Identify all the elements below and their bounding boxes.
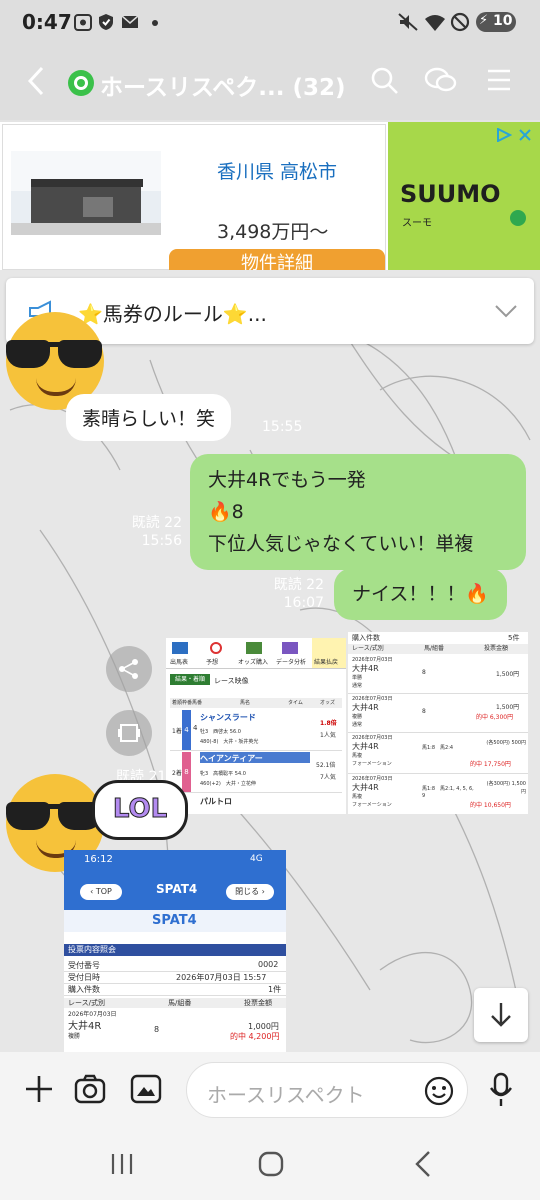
message-bubble[interactable]: 大井4Rでもう一発 🔥8 下位人気じゃなくていい！単複 (190, 454, 526, 570)
spat4-topbar: 16:12 4G ‹ TOP SPAT4 閉じる › (64, 850, 286, 910)
scroll-down-button[interactable] (474, 988, 528, 1042)
recent-apps-icon[interactable] (110, 1152, 134, 1176)
table-row: 2026年07月03日 大井4R 複勝 通常 8 1,500円 的中 6,300… (348, 694, 528, 733)
menu-icon[interactable] (486, 68, 512, 92)
horse-name: パルトロ (200, 797, 232, 806)
chat-title[interactable]: ホースリスペク... (32) (100, 68, 346, 102)
screenshot-icon (74, 14, 92, 31)
message-text: 素晴らしい！笑 (82, 408, 216, 430)
message-line: 下位人気じゃなくていい！単複 (208, 533, 474, 555)
race-result-screenshot[interactable]: 出馬表 予想 オッズ購入 データ分析 結果払戻 結果・着順 レース映像 着順 枠… (166, 638, 346, 814)
message-time: 15:55 (262, 419, 303, 435)
shield-icon (99, 14, 113, 30)
message-bubble[interactable]: ナイス！！！🔥 (334, 568, 508, 620)
navigation-bar (0, 1128, 540, 1200)
result-tabs: 出馬表 予想 オッズ購入 データ分析 結果払戻 (166, 638, 346, 669)
ad-close-icon[interactable] (518, 128, 532, 142)
purchase-header: レース/式別 馬/組番 投票金額 (348, 644, 528, 654)
chat-header: ホースリスペク... (32) (0, 44, 540, 120)
announcement-text: ⭐馬券のルール⭐... (78, 302, 267, 326)
home-icon[interactable] (258, 1151, 284, 1177)
message-time: 15:56 (141, 533, 182, 549)
field-row: 受付番号 0002 (64, 960, 286, 972)
wifi-icon (425, 15, 445, 31)
result-header: 着順 枠番 馬番 馬名 タイム オッズ (170, 698, 342, 708)
adchoices-icon[interactable] (496, 128, 512, 142)
purchase-list-screenshot[interactable]: 購入件数 5件 レース/式別 馬/組番 投票金額 2026年07月03日 大井4… (348, 632, 528, 814)
status-time: 0:47 (22, 10, 72, 34)
search-icon[interactable] (370, 66, 400, 96)
battery-level: 10 (493, 13, 513, 29)
table-row: 2026年07月03日 大井4R 複勝 8 1,000円 的中 4,200円 (68, 1011, 280, 1041)
microphone-icon[interactable] (488, 1072, 514, 1108)
tab-video: レース映像 (214, 677, 249, 685)
chat-bubbles-icon[interactable] (424, 66, 458, 96)
message-input[interactable]: ホースリスペクト (186, 1062, 468, 1118)
status-bar: 0:47 ⚡ 10 (0, 0, 540, 44)
spat4-header: レース/式別 馬/組番 投票金額 (64, 998, 286, 1008)
emoji-icon[interactable] (423, 1075, 455, 1107)
camera-icon[interactable] (74, 1074, 106, 1104)
member-count: (32) (292, 75, 346, 101)
ad-banner[interactable]: 香川県 高松市 3,498万円～ 物件詳細 SUUMO スーモ (0, 122, 540, 274)
tab-results: 結果・着順 (170, 674, 210, 685)
chat-area[interactable]: ⭐馬券のルール⭐... 素晴らしい！笑 15:55 大井4Rでもう一発 🔥8 下… (0, 270, 540, 1052)
plus-icon[interactable] (24, 1074, 54, 1104)
input-bar: ホースリスペクト (0, 1052, 540, 1128)
house-image (11, 151, 161, 235)
input-placeholder: ホースリスペクト (207, 1083, 365, 1107)
chevron-down-icon[interactable] (494, 304, 518, 318)
field-row: 受付日時 2026年07月03日 15:57 (64, 972, 286, 984)
table-row: 2026年07月03日 大井4R 馬複 フォーメーション 馬1:8 馬2:4 (… (348, 733, 528, 774)
suumo-logo[interactable]: SUUMO スーモ (388, 122, 540, 272)
message-time: 16:07 (283, 595, 324, 611)
dnd-icon (450, 12, 470, 32)
message-line: 大井4Rでもう一発 (208, 469, 366, 491)
message-meta: 既読 22 15:56 (120, 514, 182, 550)
battery-icon: ⚡ 10 (476, 12, 516, 32)
share-icon (119, 659, 138, 679)
spat4-screenshot[interactable]: 16:12 4G ‹ TOP SPAT4 閉じる › SPAT4 投票内容照会 … (64, 850, 286, 1052)
field-row: 購入件数 1件 (64, 984, 286, 996)
spat4-banner: SPAT4 (64, 910, 286, 932)
message-bubble[interactable]: 素晴らしい！笑 (66, 394, 232, 441)
message-meta: 既読 22 16:07 (262, 576, 324, 612)
read-count: 既読 22 (131, 515, 182, 531)
top-button[interactable]: ‹ TOP (80, 884, 122, 900)
back-icon[interactable] (26, 66, 46, 96)
image-icon[interactable] (130, 1074, 162, 1104)
mute-icon (398, 13, 418, 31)
close-button[interactable]: 閉じる › (226, 884, 274, 900)
read-count: 既読 22 (273, 577, 324, 593)
section-title: 投票内容照会 (64, 944, 286, 956)
share-button[interactable] (106, 646, 152, 692)
message-text: ナイス！！！🔥 (352, 583, 490, 605)
back-nav-icon[interactable] (414, 1150, 432, 1178)
arrow-down-icon (491, 1003, 511, 1027)
message-line: 🔥8 (208, 501, 244, 523)
ad-price: 3,498万円～ (217, 221, 329, 243)
save-button[interactable] (106, 710, 152, 756)
table-row: 2着 8 ヘイアンティアー 牝3 高橋聡平 54.0 460(+2) 大井・立花… (170, 752, 342, 793)
keep-icon (118, 724, 140, 742)
ad-location: 香川県 高松市 (217, 161, 338, 183)
mail-icon (121, 15, 139, 28)
table-row: 2026年07月03日 大井4R 馬複 フォーメーション 馬1:8 馬2:1, … (352, 776, 526, 809)
lol-sticker[interactable]: LOL (92, 780, 188, 840)
table-row: 1着 4 4 シャンスラード 牡3 西啓太 56.0 480(-8) 大井・坂井… (170, 710, 342, 751)
table-row: 2026年07月03日 大井4R 単勝 通常 8 1,500円 (348, 655, 528, 694)
openchat-icon (68, 70, 94, 96)
notification-dot (152, 20, 158, 26)
ad-listing[interactable]: 香川県 高松市 3,498万円～ 物件詳細 (2, 124, 386, 274)
